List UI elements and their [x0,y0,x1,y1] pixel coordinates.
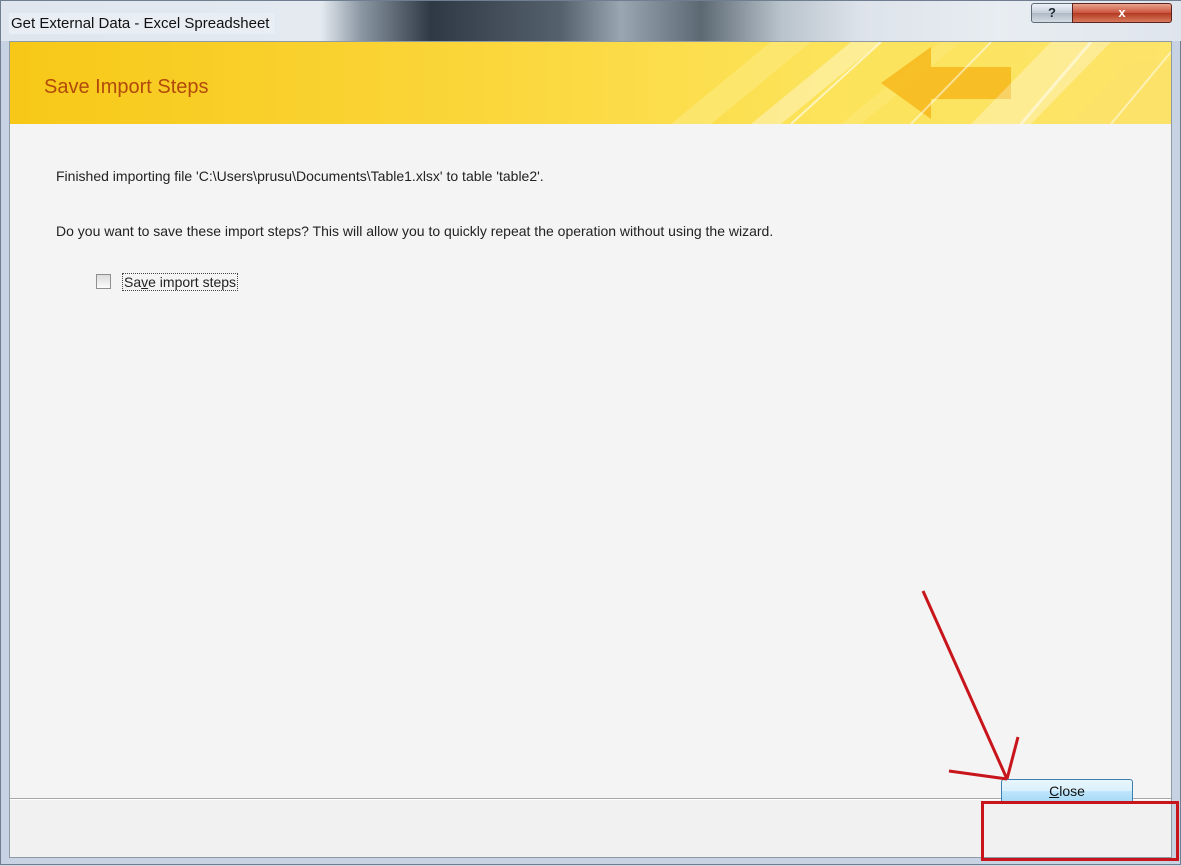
help-button[interactable]: ? [1031,3,1073,23]
finished-message: Finished importing file 'C:\Users\prusu\… [56,168,544,184]
accelerator-key: C [1049,783,1060,799]
close-button[interactable]: Close [1001,779,1133,803]
save-steps-question: Do you want to save these import steps? … [56,223,774,239]
header-banner: Save Import Steps [10,42,1171,124]
window-close-button[interactable]: x [1072,3,1172,23]
annotation-highlight-box [981,801,1179,861]
banner-decoration-icon [671,42,1171,124]
label-part: Sa [124,274,142,290]
banner-title: Save Import Steps [44,76,209,98]
close-button-label: lose [1059,783,1085,799]
dialog-body: Save Import Steps Finished importing fil… [9,41,1172,858]
window-title: Get External Data - Excel Spreadsheet [9,13,276,34]
import-dialog-window: Get External Data - Excel Spreadsheet ? … [0,0,1181,865]
save-import-steps-checkbox[interactable] [96,274,111,289]
label-part: e import steps [148,274,237,290]
save-import-steps-label[interactable]: Save import steps [122,273,239,291]
title-bar[interactable]: Get External Data - Excel Spreadsheet ? … [1,1,1181,41]
